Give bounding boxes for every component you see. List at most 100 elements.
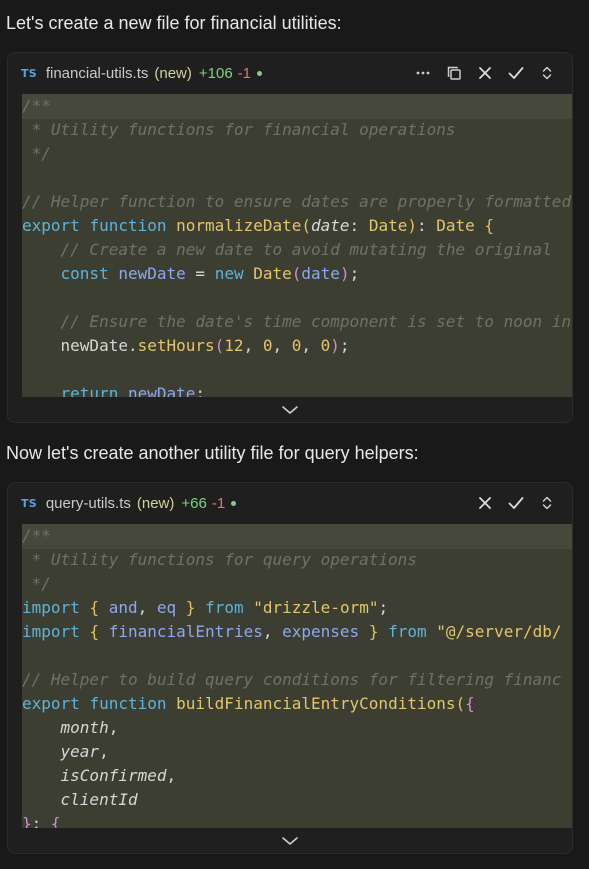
code-line: export function normalizeDate(date: Date…: [22, 214, 571, 238]
status-dot: [231, 500, 237, 506]
check-icon[interactable]: [500, 58, 531, 88]
check-icon[interactable]: [500, 488, 531, 518]
code-token: Date: [253, 264, 292, 283]
file-header[interactable]: TS financial-utils.ts (new) +106 -1: [8, 53, 572, 93]
code-token: new: [214, 264, 244, 283]
code-token: ;: [378, 598, 389, 617]
code-line: /**: [22, 94, 571, 118]
chevron-up-down-icon[interactable]: [531, 58, 562, 88]
typescript-icon: TS: [21, 66, 37, 80]
code-token: /**: [22, 96, 51, 115]
code-token: import: [22, 622, 80, 641]
code-token: }: [185, 598, 196, 617]
status-dot: [257, 70, 263, 76]
code-token: */: [22, 144, 51, 163]
code-token: :: [349, 216, 369, 235]
code-line: /**: [22, 524, 562, 548]
code-token: "@/server/db/: [436, 622, 562, 641]
code-line: * Utility functions for financial operat…: [22, 118, 571, 142]
code-token: import: [22, 598, 80, 617]
code-token: (: [455, 694, 466, 713]
file-name[interactable]: query-utils.ts: [46, 495, 131, 512]
code-line: import { and, eq } from "drizzle-orm";: [22, 596, 562, 620]
chevron-up-down-icon[interactable]: [531, 488, 562, 518]
code-token: setHours: [137, 336, 215, 355]
code-token: month: [60, 718, 109, 737]
code-line: * Utility functions for query operations: [22, 548, 562, 572]
code-token: from: [388, 622, 427, 641]
code-token: // Ensure the date's time component is s…: [60, 312, 572, 331]
code-line: */: [22, 142, 571, 166]
code-token: buildFinancialEntryConditions: [176, 694, 456, 713]
lines-removed: -1: [211, 494, 226, 512]
assistant-message-2: Now let's create another utility file fo…: [6, 443, 419, 463]
code-token: newDate: [118, 264, 186, 283]
code-token: {: [465, 694, 475, 713]
file-header[interactable]: TS query-utils.ts (new) +66 -1: [8, 483, 572, 523]
code-token: ,: [108, 718, 119, 737]
code-token: ): [407, 216, 417, 235]
code-token: and: [108, 598, 138, 617]
code-token: :: [416, 216, 437, 235]
code-line: isConfirmed,: [22, 764, 562, 788]
code-line: export function buildFinancialEntryCondi…: [22, 692, 562, 716]
code-token: ): [330, 336, 340, 355]
code-line: month,: [22, 716, 562, 740]
code-token: Date: [368, 216, 408, 235]
code-token: {: [89, 622, 100, 641]
code-line: // Create a new date to avoid mutating t…: [22, 238, 571, 262]
code-diff[interactable]: /** * Utility functions for financial op…: [22, 94, 572, 399]
more-horizontal-icon[interactable]: [407, 58, 438, 88]
chevron-down-icon: [282, 405, 298, 414]
code-token: (: [214, 336, 225, 355]
code-diff[interactable]: /** * Utility functions for query operat…: [22, 524, 572, 830]
close-icon[interactable]: [469, 58, 500, 88]
code-token: ;: [339, 336, 350, 355]
chevron-down-icon: [282, 836, 298, 845]
expand-button[interactable]: [8, 397, 572, 422]
file-edit-card: TS financial-utils.ts (new) +106 -1 /**: [7, 52, 573, 423]
code-token: * Utility functions for query operations: [22, 550, 417, 569]
code-line: */: [22, 572, 562, 596]
code-line: import { financialEntries, expenses } fr…: [22, 620, 562, 644]
code-token: export: [22, 694, 80, 713]
expand-button[interactable]: [8, 828, 572, 853]
copy-icon[interactable]: [438, 58, 469, 88]
file-status: (new): [154, 64, 192, 82]
code-token: =: [185, 264, 215, 283]
code-line: newDate.setHours(12, 0, 0, 0);: [22, 334, 571, 358]
code-token: // Helper function to ensure dates are p…: [22, 192, 572, 211]
code-token: /**: [22, 526, 51, 545]
code-token: from: [205, 598, 244, 617]
code-token: ,: [99, 742, 109, 761]
code-token: eq: [156, 598, 177, 617]
code-token: 12: [224, 336, 244, 355]
code-token: year: [60, 742, 100, 761]
code-token: expenses: [282, 622, 360, 641]
code-token: date: [311, 216, 350, 235]
code-token: ,: [243, 336, 263, 355]
file-actions: [469, 483, 562, 523]
close-icon[interactable]: [469, 488, 500, 518]
file-name[interactable]: financial-utils.ts: [46, 65, 149, 82]
file-status: (new): [136, 494, 175, 512]
code-line: const newDate = new Date(date);: [22, 262, 571, 286]
lines-added: +66: [181, 494, 207, 512]
